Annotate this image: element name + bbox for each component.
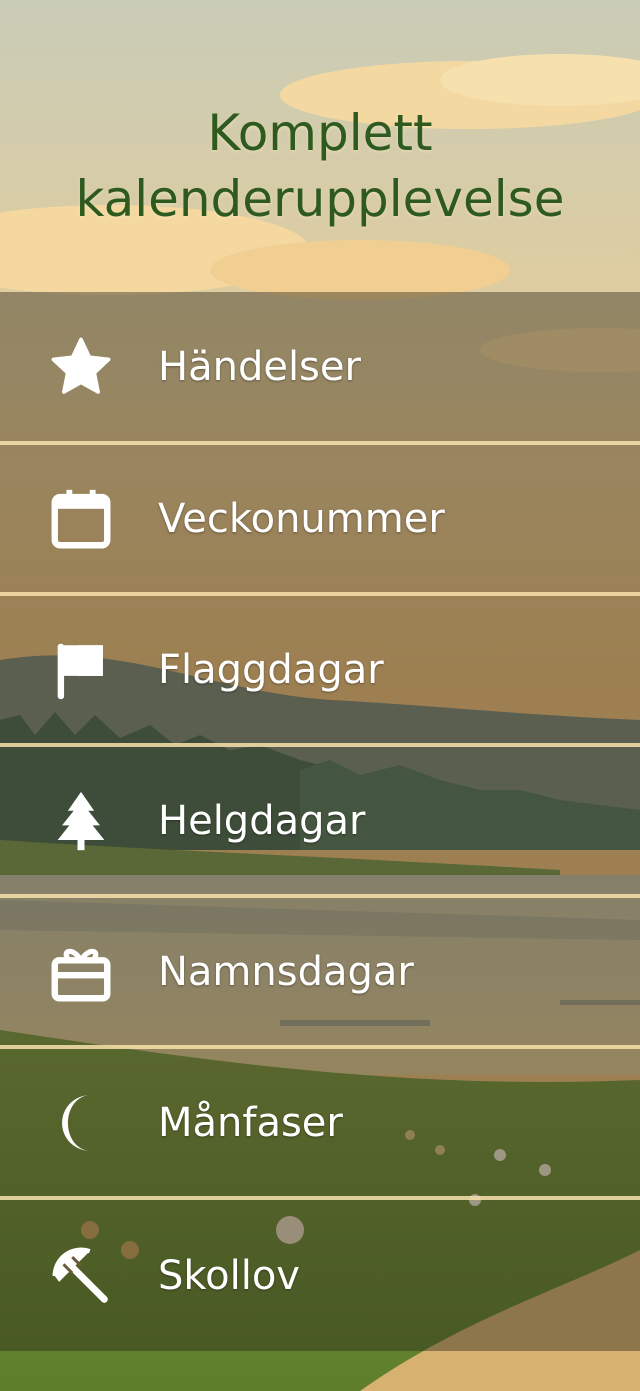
menu-item-manfaser[interactable]: Månfaser [0, 1049, 640, 1200]
menu-item-helgdagar[interactable]: Helgdagar [0, 747, 640, 898]
tree-icon [44, 784, 118, 858]
menu-item-flaggdagar[interactable]: Flaggdagar [0, 596, 640, 747]
moon-icon [44, 1086, 118, 1160]
title-line-1: Komplett [207, 104, 433, 162]
menu-item-label: Skollov [158, 1252, 300, 1299]
menu-item-label: Händelser [158, 343, 361, 390]
menu-item-label: Helgdagar [158, 797, 366, 844]
menu-item-label: Namnsdagar [158, 948, 414, 995]
flag-icon [44, 633, 118, 707]
menu-item-label: Månfaser [158, 1099, 343, 1146]
feature-menu: Händelser Veckonummer Flaggdagar Helgdag… [0, 292, 640, 1351]
gift-icon [44, 935, 118, 1009]
menu-item-label: Veckonummer [158, 495, 445, 542]
star-icon [44, 330, 118, 404]
menu-item-veckonummer[interactable]: Veckonummer [0, 445, 640, 596]
page-title: Komplett kalenderupplevelse [0, 100, 640, 232]
menu-item-skollov[interactable]: Skollov [0, 1200, 640, 1351]
menu-item-label: Flaggdagar [158, 646, 384, 693]
umbrella-icon [44, 1239, 118, 1313]
menu-item-namnsdagar[interactable]: Namnsdagar [0, 898, 640, 1049]
calendar-icon [44, 482, 118, 556]
title-line-2: kalenderupplevelse [75, 170, 565, 228]
menu-item-handelser[interactable]: Händelser [0, 292, 640, 445]
